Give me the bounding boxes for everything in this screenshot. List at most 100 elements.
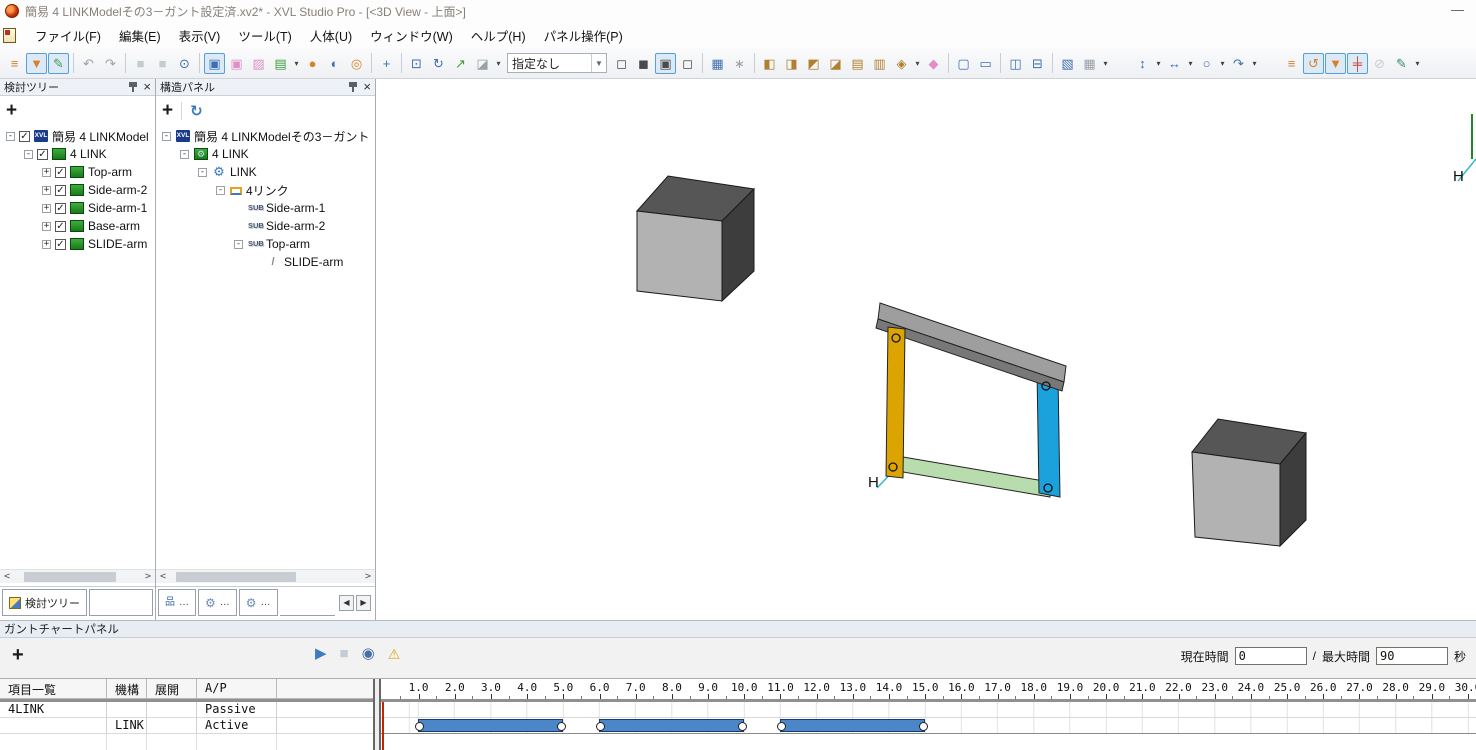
study-tree-item[interactable]: + ✓ Side-arm-2 bbox=[0, 181, 155, 199]
current-time-input[interactable] bbox=[1235, 647, 1307, 665]
select-face-icon[interactable]: ▣ bbox=[226, 53, 247, 74]
select-polygon-icon[interactable]: ▨ bbox=[248, 53, 269, 74]
study-tree-item[interactable]: + ✓ Side-arm-1 bbox=[0, 199, 155, 217]
chevron-down-icon[interactable]: ▼ bbox=[591, 54, 606, 72]
close-icon[interactable]: × bbox=[363, 82, 371, 92]
tree-expander-icon[interactable]: - bbox=[234, 240, 243, 249]
maximize-view-icon[interactable]: ▢ bbox=[953, 53, 974, 74]
tree-expander-icon[interactable]: + bbox=[42, 222, 51, 231]
scroll-left-icon[interactable]: < bbox=[156, 571, 170, 582]
gantt-timeline-track[interactable] bbox=[381, 702, 1476, 750]
col-header-ap[interactable]: A/P bbox=[197, 679, 277, 699]
add-structure-button[interactable]: + bbox=[162, 101, 173, 120]
scroll-right-icon[interactable]: > bbox=[141, 571, 155, 582]
menu-item[interactable]: 表示(V) bbox=[170, 23, 230, 48]
compare-icon[interactable]: ⊘ bbox=[1369, 53, 1390, 74]
tree-checkbox[interactable]: ✓ bbox=[55, 239, 66, 250]
select-assembly-icon[interactable]: ▤ bbox=[270, 53, 291, 74]
tree-expander-icon[interactable]: - bbox=[6, 132, 15, 141]
warning-layers-icon[interactable]: ⚠ bbox=[388, 647, 401, 661]
tab-scroll-right-icon[interactable]: ▶ bbox=[356, 595, 371, 611]
add-item-button[interactable]: + bbox=[6, 101, 17, 120]
pin-icon[interactable] bbox=[128, 81, 138, 93]
gantt-bar[interactable] bbox=[599, 719, 744, 732]
split-vertical-icon[interactable]: ◫ bbox=[1005, 53, 1026, 74]
structure-tree-item[interactable]: - XVL 簡易 4 LINKModelその3－ガント bbox=[156, 127, 375, 145]
tree-expander-icon[interactable]: - bbox=[24, 150, 33, 159]
tree-expander-icon[interactable]: + bbox=[42, 168, 51, 177]
structure-tree-item[interactable]: SUB Side-arm-1 bbox=[156, 199, 375, 217]
max-time-input[interactable] bbox=[1376, 647, 1448, 665]
menu-item[interactable]: ファイル(F) bbox=[26, 23, 110, 48]
structure-tree-item[interactable]: / SLIDE-arm bbox=[156, 253, 375, 271]
timeline-panel-icon[interactable]: ╪ bbox=[1347, 53, 1368, 74]
tree-checkbox[interactable]: ✓ bbox=[55, 167, 66, 178]
tree-checkbox[interactable]: ✓ bbox=[55, 185, 66, 196]
gantt-bar[interactable] bbox=[418, 719, 563, 732]
note-edit-icon[interactable]: ✎ bbox=[1391, 53, 1412, 74]
structure-tab[interactable]: 品 … bbox=[158, 589, 196, 616]
swing-part-icon[interactable]: ↷ bbox=[1228, 53, 1249, 74]
view-front-icon[interactable]: ◧ bbox=[759, 53, 780, 74]
pin-icon[interactable] bbox=[348, 81, 358, 93]
close-icon[interactable]: × bbox=[143, 82, 151, 92]
tree-checkbox[interactable]: ✓ bbox=[37, 149, 48, 160]
scroll-right-icon[interactable]: > bbox=[361, 571, 375, 582]
structure-tree-item[interactable]: - 4リンク bbox=[156, 181, 375, 199]
tree-expander-icon[interactable]: + bbox=[42, 204, 51, 213]
menu-item[interactable]: ツール(T) bbox=[229, 23, 300, 48]
view-top-icon[interactable]: ▤ bbox=[847, 53, 868, 74]
structure-tree-item[interactable]: - ⚙ LINK bbox=[156, 163, 375, 181]
tab-empty[interactable] bbox=[89, 589, 153, 616]
structure-panel-icon[interactable]: ↺ bbox=[1303, 53, 1324, 74]
tree-expander-icon[interactable]: + bbox=[42, 240, 51, 249]
shading-hiddenline-icon[interactable]: ◻ bbox=[677, 53, 698, 74]
stop-button[interactable]: ■ bbox=[340, 646, 349, 661]
study-tree-hscrollbar[interactable]: < > bbox=[0, 569, 155, 583]
gantt-add-button[interactable]: + bbox=[12, 644, 24, 667]
shading-solid-icon[interactable]: ◼ bbox=[633, 53, 654, 74]
minimize-button[interactable]: — bbox=[1451, 2, 1464, 17]
presentation-icon[interactable]: ▦ bbox=[707, 53, 728, 74]
tab-study-tree[interactable]: 検討ツリー bbox=[2, 589, 87, 616]
redo-icon[interactable]: ↷ bbox=[100, 53, 121, 74]
scroll-left-icon[interactable]: < bbox=[0, 571, 14, 582]
structure-tree-item[interactable]: - SUB Top-arm bbox=[156, 235, 375, 253]
structure-hscrollbar[interactable]: < > bbox=[156, 569, 375, 583]
walkthrough-icon[interactable]: ↗ bbox=[450, 53, 471, 74]
tree-checkbox[interactable]: ✓ bbox=[55, 221, 66, 232]
tree-expander-icon[interactable]: - bbox=[162, 132, 171, 141]
col-header-items[interactable]: 項目一覧 bbox=[0, 679, 107, 699]
export-image-icon[interactable]: ▧ bbox=[1057, 53, 1078, 74]
study-tree-item[interactable]: + ✓ Base-arm bbox=[0, 217, 155, 235]
tree-expander-icon[interactable]: - bbox=[180, 150, 189, 159]
cube-part-2[interactable] bbox=[1192, 419, 1306, 546]
view-left-icon[interactable]: ◩ bbox=[803, 53, 824, 74]
visibility-blink-icon[interactable]: ∗ bbox=[729, 53, 750, 74]
cascade-windows-icon[interactable]: ▭ bbox=[975, 53, 996, 74]
perspective-view-icon[interactable]: ◆ bbox=[923, 53, 944, 74]
time-cursor[interactable] bbox=[382, 702, 384, 750]
measure-distance-icon[interactable]: ↕ bbox=[1132, 53, 1153, 74]
cube-part-1[interactable] bbox=[637, 176, 754, 301]
remove-joint-icon[interactable]: ◐ bbox=[324, 53, 345, 74]
menu-item[interactable]: パネル操作(P) bbox=[535, 23, 632, 48]
side-arm-1-part[interactable] bbox=[886, 327, 905, 478]
menu-item[interactable]: 編集(E) bbox=[110, 23, 170, 48]
tree-expander-icon[interactable]: - bbox=[216, 186, 225, 195]
find-binoculars-icon[interactable]: ⊙ bbox=[174, 53, 195, 74]
tree-expander-icon[interactable]: - bbox=[198, 168, 207, 177]
rotate-part-icon[interactable]: ○ bbox=[1196, 53, 1217, 74]
study-tree-item[interactable]: + ✓ SLIDE-arm bbox=[0, 235, 155, 253]
view-bottom-icon[interactable]: ▥ bbox=[869, 53, 890, 74]
orbit-view-icon[interactable]: ↻ bbox=[428, 53, 449, 74]
gantt-splitter[interactable] bbox=[373, 679, 381, 750]
shading-textured-icon[interactable]: ▣ bbox=[655, 53, 676, 74]
gantt-row-link[interactable]: LINK Active bbox=[0, 718, 373, 734]
sync-structure-icon[interactable]: ↻ bbox=[190, 102, 203, 120]
col-header-expand[interactable]: 展開 bbox=[147, 679, 197, 699]
structure-tab[interactable]: ⚙ … bbox=[198, 589, 237, 616]
gantt-row-4link[interactable]: 4LINK Passive bbox=[0, 702, 373, 718]
study-tree-item[interactable]: - ✓ 4 LINK bbox=[0, 145, 155, 163]
structure-tree-item[interactable]: - ⚙ 4 LINK bbox=[156, 145, 375, 163]
